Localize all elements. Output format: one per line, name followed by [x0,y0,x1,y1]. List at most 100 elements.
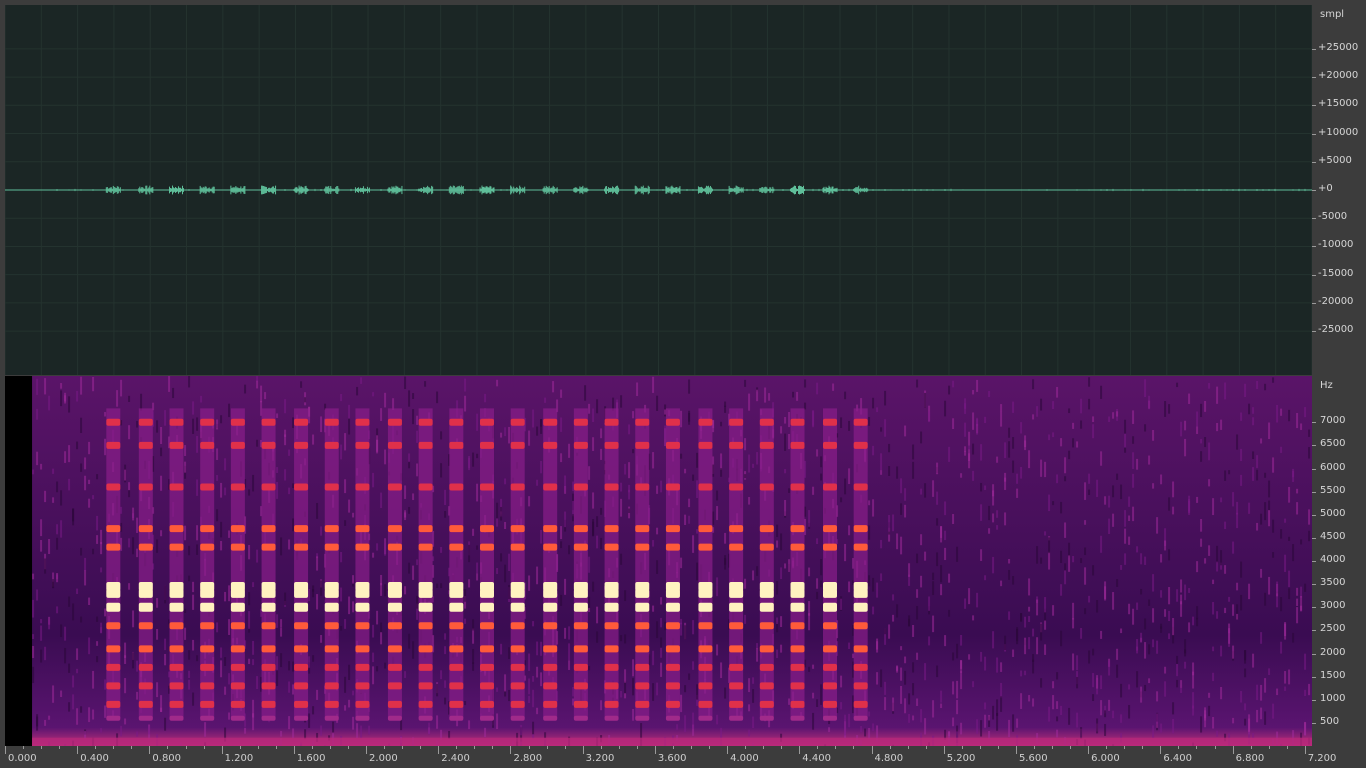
silence-region [5,376,33,746]
burst [698,408,713,721]
frequency-tick [1312,468,1316,470]
amplitude-tick [1312,48,1316,50]
time-tick [600,746,602,749]
time-tick [546,746,548,749]
time-tick [77,746,79,754]
amplitude-tick-label: -20000 [1318,295,1354,307]
time-tick [384,746,386,749]
time-tick [1033,746,1035,749]
burst [729,408,744,721]
time-tick [997,746,999,749]
burst [169,408,184,721]
time-tick [456,746,458,749]
low-frequency-band [32,737,1312,746]
burst [138,408,153,721]
time-tick [41,746,43,749]
time-tick [745,746,747,749]
amplitude-tick-label: -10000 [1318,239,1354,251]
frequency-tick [1312,630,1316,632]
frequency-tick [1312,514,1316,516]
frequency-tick-label: 6000 [1320,461,1346,473]
burst [324,408,339,721]
burst [449,408,464,721]
time-tick-label: 1.600 [296,753,326,764]
time-tick [835,746,837,749]
frequency-tick-label: 1500 [1320,669,1346,681]
waveform-view[interactable] [5,5,1312,375]
time-tick-label: 2.400 [441,753,470,764]
frequency-tick-label: 1000 [1320,692,1346,704]
frequency-tick-label: 3500 [1320,577,1346,589]
burst [510,408,525,721]
burst [665,408,680,721]
frequency-tick-label: 2500 [1320,623,1346,635]
time-tick [510,746,512,754]
time-tick [763,746,765,749]
amplitude-tick [1312,331,1316,333]
time-tick-label: 3.600 [657,753,687,764]
time-tick-label: 0.000 [8,753,37,764]
time-tick [1142,746,1144,749]
time-tick [311,746,313,749]
time-tick [347,746,349,749]
time-tick [528,746,530,749]
time-ruler[interactable]: 0.000 0.400 0.800 1.200 1.600 2.000 2.400 2.800… [0,746,1366,768]
time-tick [979,746,981,749]
time-tick [564,746,566,749]
amplitude-ruler: smpl +25000 +20000 +15000 +10000 +5000 +0 -500… [1312,5,1366,375]
frequency-ruler: Hz 7000 6500 6000 5500 5000 4500 4000 3500 3000 2… [1312,376,1366,746]
amplitude-tick-label: +0 [1318,182,1333,194]
burst [790,408,805,721]
time-tick-label: 2.800 [513,753,543,764]
amplitude-tick-label: -25000 [1318,324,1354,336]
burst [635,408,650,721]
time-tick [1160,746,1162,754]
frequency-tick [1312,537,1316,539]
frequency-tick [1312,422,1316,424]
frequency-unit-label: Hz [1320,380,1333,391]
burst [822,408,837,721]
time-tick [167,746,169,749]
amplitude-tick-label: +5000 [1318,154,1352,166]
time-tick [907,746,909,749]
time-tick [799,746,801,754]
amplitude-unit-label: smpl [1320,9,1345,20]
time-tick-label: 1.200 [224,753,254,764]
burst [480,408,495,721]
frequency-tick-label: 5500 [1320,484,1346,496]
amplitude-tick [1312,302,1316,304]
amplitude-tick [1312,246,1316,248]
time-tick-label: 5.600 [1018,753,1048,764]
time-tick [221,746,223,754]
burst [853,408,868,721]
waveform-plot [5,5,1312,375]
frequency-tick [1312,653,1316,655]
time-tick-label: 0.800 [152,753,182,764]
frequency-tick [1312,584,1316,586]
amplitude-tick [1312,133,1316,135]
time-tick [1015,746,1017,754]
time-tick [1286,746,1288,749]
time-tick [1088,746,1090,754]
frequency-tick-label: 500 [1320,715,1340,727]
burst [759,408,774,721]
time-tick [1304,746,1306,754]
time-tick [203,746,205,749]
time-tick [582,746,584,754]
amplitude-tick-label: +25000 [1318,41,1359,53]
time-tick [889,746,891,749]
time-tick-label: 5.200 [946,753,976,764]
time-tick [23,746,25,749]
time-tick [438,746,440,754]
amplitude-tick [1312,161,1316,163]
burst [573,408,588,721]
time-tick [727,746,729,754]
time-tick [474,746,476,749]
time-tick [329,746,331,749]
time-tick [871,746,873,754]
time-tick [113,746,115,749]
frequency-tick [1312,699,1316,701]
spectrogram-view[interactable] [5,376,1312,746]
time-tick [1232,746,1234,754]
time-tick [853,746,855,749]
